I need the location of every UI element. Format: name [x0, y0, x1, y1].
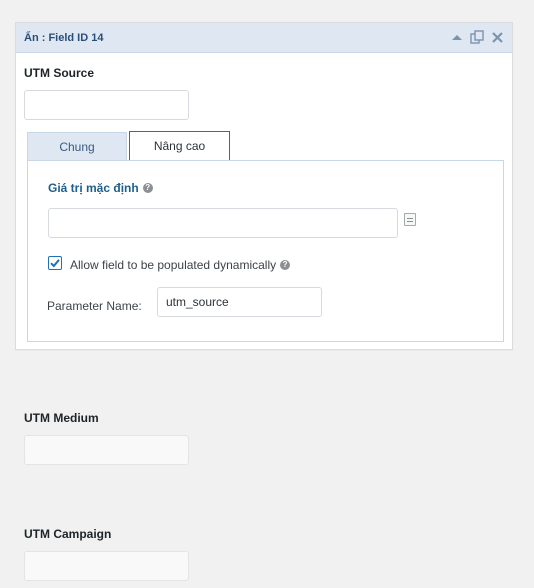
utm-medium-label: UTM Medium — [24, 411, 99, 425]
default-value-heading: Giá trị mặc định ? — [48, 181, 153, 195]
utm-campaign-input[interactable] — [24, 551, 189, 581]
dynamic-populate-checkbox[interactable] — [48, 256, 62, 270]
collapse-arrow-icon[interactable] — [450, 30, 464, 44]
utm-campaign-label: UTM Campaign — [24, 527, 112, 541]
panel-title: Ẩn : Field ID 14 — [24, 32, 104, 44]
duplicate-icon[interactable] — [470, 30, 484, 44]
default-value-label: Giá trị mặc định — [48, 181, 139, 195]
dynamic-populate-row: Allow field to be populated dynamically … — [70, 258, 291, 272]
tab-advanced[interactable]: Nâng cao — [129, 131, 230, 161]
tab-general[interactable]: Chung — [27, 132, 127, 161]
close-icon[interactable] — [490, 30, 504, 44]
panel-header-actions — [450, 30, 504, 44]
default-value-input[interactable] — [48, 208, 398, 238]
parameter-name-input[interactable] — [157, 287, 322, 317]
utm-source-label: UTM Source — [24, 66, 95, 80]
parameter-name-label: Parameter Name: — [47, 299, 142, 313]
help-icon[interactable]: ? — [280, 260, 291, 270]
checkmark-icon — [50, 259, 60, 268]
dynamic-populate-label[interactable]: Allow field to be populated dynamically — [70, 258, 276, 272]
utm-source-input[interactable] — [24, 90, 189, 120]
utm-medium-input[interactable] — [24, 435, 189, 465]
help-icon[interactable]: ? — [142, 183, 153, 193]
field-settings-panel: Ẩn : Field ID 14 UTM Source Chung Nâng c… — [15, 22, 513, 350]
advanced-tab-content: Giá trị mặc định ? Allow field to be pop… — [27, 160, 504, 342]
merge-tag-icon[interactable] — [404, 213, 416, 226]
panel-header[interactable]: Ẩn : Field ID 14 — [16, 23, 512, 53]
